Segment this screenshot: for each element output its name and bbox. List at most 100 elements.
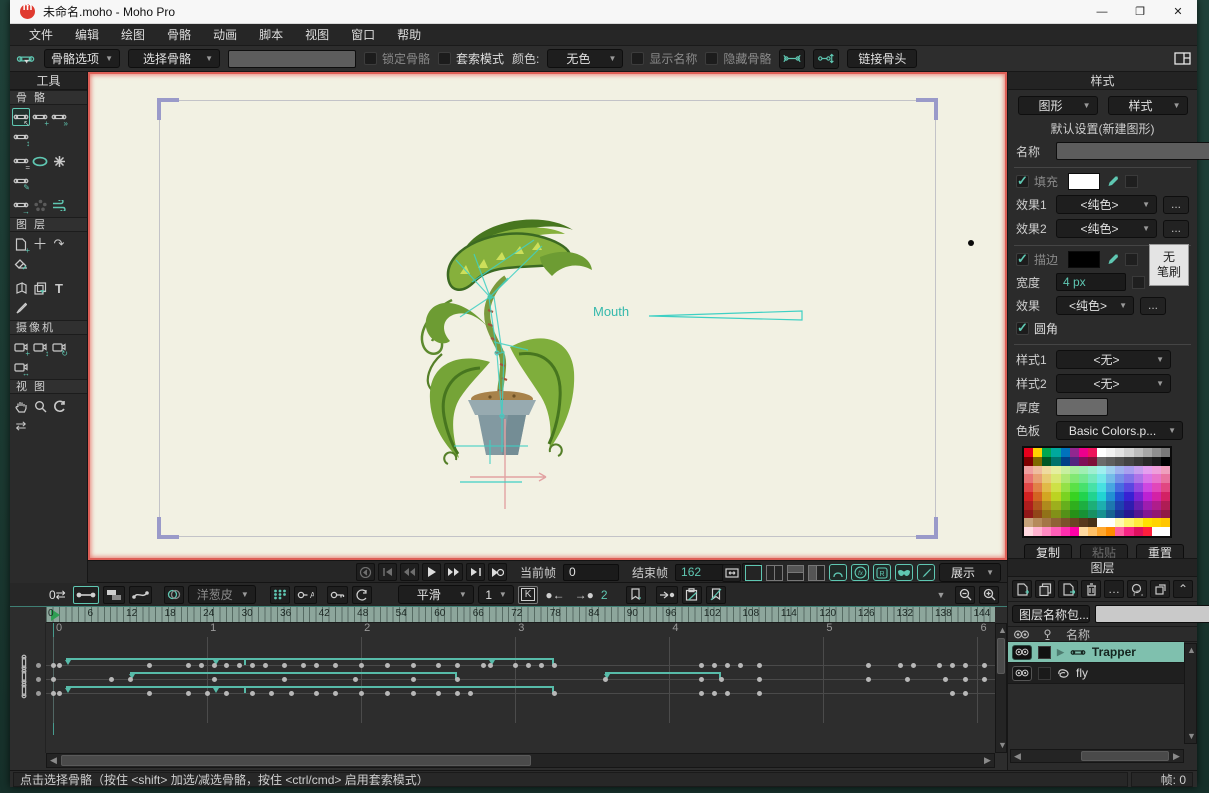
- tool-duplicate-layer[interactable]: [31, 279, 49, 297]
- keyframe[interactable]: [411, 663, 416, 668]
- palette-swatch[interactable]: [1061, 510, 1070, 519]
- add-marker-button[interactable]: [626, 586, 646, 604]
- keyframe[interactable]: [866, 677, 871, 682]
- palette-swatch[interactable]: [1088, 448, 1097, 457]
- keyframe[interactable]: [963, 677, 968, 682]
- style-name-input[interactable]: [1056, 142, 1209, 160]
- palette-swatch[interactable]: [1115, 510, 1124, 519]
- fast-forward-button[interactable]: [444, 563, 463, 581]
- keyframe[interactable]: [963, 663, 968, 668]
- fit-canvas-icon[interactable]: [722, 564, 741, 582]
- new-layer-button[interactable]: [1012, 580, 1032, 598]
- palette-dropdown[interactable]: Basic Colors.p...▼: [1056, 421, 1183, 440]
- canvas-workspace[interactable]: Mouth: [88, 72, 1007, 560]
- palette-swatch[interactable]: [1097, 492, 1106, 501]
- fill-extra-swatch[interactable]: [1125, 175, 1138, 188]
- palette-swatch[interactable]: [1079, 448, 1088, 457]
- palette-swatch[interactable]: [1161, 483, 1170, 492]
- layer-visibility-toggle[interactable]: [1012, 645, 1032, 660]
- palette-swatch[interactable]: [1134, 483, 1143, 492]
- keyframe[interactable]: [359, 663, 364, 668]
- palette-swatch[interactable]: [1051, 483, 1060, 492]
- keyframe[interactable]: [57, 691, 62, 696]
- rounded-caps-checkbox[interactable]: 圆角: [1016, 320, 1058, 337]
- maximize-button[interactable]: ❐: [1121, 0, 1159, 23]
- palette-swatch[interactable]: [1115, 448, 1124, 457]
- palette-swatch[interactable]: [1079, 501, 1088, 510]
- tool-add-bone[interactable]: +: [31, 108, 49, 126]
- palette-swatch[interactable]: [1134, 510, 1143, 519]
- palette-swatch[interactable]: [1070, 501, 1079, 510]
- close-button[interactable]: ✕: [1159, 0, 1197, 23]
- keyframe[interactable]: [455, 663, 460, 668]
- palette-swatch[interactable]: [1152, 492, 1161, 501]
- palette-swatch[interactable]: [1042, 510, 1051, 519]
- keyframe[interactable]: [455, 677, 460, 682]
- keyframe[interactable]: [603, 677, 608, 682]
- palette-swatch[interactable]: [1070, 457, 1079, 466]
- timeline-zoom-out-button[interactable]: [955, 586, 975, 604]
- palette-swatch[interactable]: [1143, 483, 1152, 492]
- tool-reset-view[interactable]: ⇄: [12, 417, 30, 435]
- menu-item-2[interactable]: 编辑: [64, 24, 110, 45]
- keyframe[interactable]: [205, 691, 210, 696]
- timeline-hscrollbar[interactable]: ◀▶: [46, 753, 995, 768]
- tool-page-flip[interactable]: [12, 279, 30, 297]
- keyframe[interactable]: [712, 691, 717, 696]
- palette-swatch[interactable]: [1061, 518, 1070, 527]
- palette-swatch[interactable]: [1134, 527, 1143, 536]
- lock-bones-checkbox[interactable]: 锁定骨骼: [364, 50, 430, 67]
- keyframe[interactable]: [224, 691, 229, 696]
- keyframe[interactable]: [950, 691, 955, 696]
- tool-camera-track[interactable]: ↕: [31, 338, 49, 356]
- display-mode-dropdown[interactable]: 展示▼: [939, 563, 1001, 582]
- keyframe[interactable]: [289, 691, 294, 696]
- palette-swatch[interactable]: [1152, 474, 1161, 483]
- palette-swatch[interactable]: [1143, 466, 1152, 475]
- layer-comps-button[interactable]: [1127, 580, 1147, 598]
- lasso-mode-checkbox[interactable]: 套索模式: [438, 50, 504, 67]
- keyframe[interactable]: [128, 677, 133, 682]
- view-split-horizontal-button[interactable]: [787, 565, 804, 581]
- tool-manipulate-bones[interactable]: =: [12, 152, 30, 170]
- palette-swatch[interactable]: [1061, 492, 1070, 501]
- keyframe[interactable]: [51, 663, 56, 668]
- palette-swatch[interactable]: [1070, 466, 1079, 475]
- tool-offset-bone[interactable]: →: [12, 196, 30, 214]
- keyframe[interactable]: [147, 663, 152, 668]
- menu-item-4[interactable]: 骨骼: [156, 24, 202, 45]
- effects-toggle-icon[interactable]: fx: [851, 564, 869, 581]
- keyframe[interactable]: [725, 663, 730, 668]
- keyframe[interactable]: [898, 663, 903, 668]
- palette-swatch[interactable]: [1042, 483, 1051, 492]
- palette-swatch[interactable]: [1088, 492, 1097, 501]
- palette-swatch[interactable]: [1024, 510, 1033, 519]
- keyframe[interactable]: [982, 677, 987, 682]
- timeline-tracks[interactable]: 0123456: [46, 623, 995, 753]
- palette-swatch[interactable]: [1097, 510, 1106, 519]
- layer-origin-crosshair[interactable]: [450, 419, 560, 514]
- keyframe[interactable]: [212, 677, 217, 682]
- palette-swatch[interactable]: [1097, 518, 1106, 527]
- tool-reparent-bone[interactable]: »: [50, 108, 68, 126]
- keyframe[interactable]: [552, 663, 557, 668]
- palette-swatch[interactable]: [1106, 483, 1115, 492]
- tool-eraser[interactable]: [12, 255, 30, 273]
- palette-swatch[interactable]: [1106, 501, 1115, 510]
- keyframe[interactable]: [385, 691, 390, 696]
- stroke-extra-swatch[interactable]: [1125, 253, 1138, 266]
- menu-item-3[interactable]: 绘图: [110, 24, 156, 45]
- palette-swatch[interactable]: [1134, 457, 1143, 466]
- keyframe[interactable]: [937, 663, 942, 668]
- palette-swatch[interactable]: [1097, 483, 1106, 492]
- reset-to-frame-zero-button[interactable]: 0⇄: [46, 586, 69, 604]
- palette-swatch[interactable]: [1061, 527, 1070, 536]
- palette-swatch[interactable]: [1033, 492, 1042, 501]
- menu-item-5[interactable]: 动画: [202, 24, 248, 45]
- loop-play-button[interactable]: [488, 563, 507, 581]
- palette-swatch[interactable]: [1061, 501, 1070, 510]
- palette-swatch[interactable]: [1124, 466, 1133, 475]
- tool-bone-pen[interactable]: ✎: [12, 172, 30, 190]
- palette-swatch[interactable]: [1042, 501, 1051, 510]
- tool-camera-pan[interactable]: ↔: [12, 358, 30, 376]
